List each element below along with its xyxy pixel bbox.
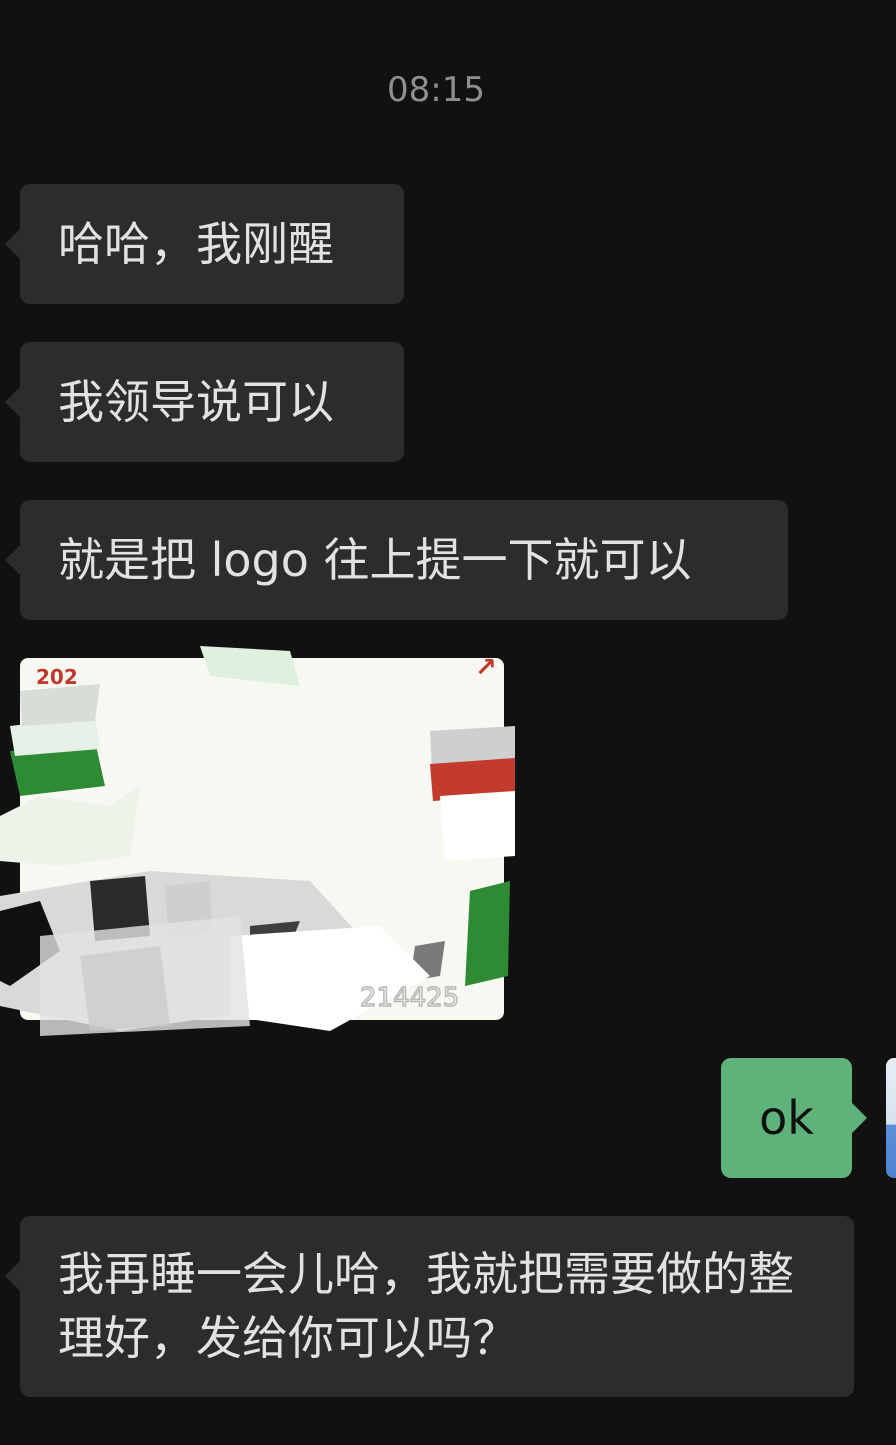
message-text: ok	[759, 1091, 814, 1145]
image-text-bottom-right: 214425	[360, 983, 459, 1013]
redacted-image: 202 ↗ 214425	[0, 646, 515, 1036]
message-bubble-received[interactable]: 就是把 logo 往上提一下就可以	[5, 500, 788, 620]
message-text: 我领导说可以	[58, 375, 334, 429]
message-bubble-sent[interactable]: ok	[721, 1058, 867, 1178]
image-message[interactable]: 202 ↗ 214425	[0, 646, 515, 1036]
image-text-top-left: 202	[36, 665, 78, 689]
message-text: 就是把 logo 往上提一下就可以	[58, 533, 692, 587]
chat-timestamp: 08:15	[387, 70, 485, 110]
message-bubble-received[interactable]: 我再睡一会儿哈，我就把需要做的整理好，发给你可以吗？	[5, 1216, 854, 1397]
message-text: 哈哈，我刚醒	[58, 217, 334, 271]
message-bubble-received[interactable]: 我领导说可以	[5, 342, 404, 462]
message-bubble-received[interactable]: 哈哈，我刚醒	[5, 184, 404, 304]
avatar[interactable]	[886, 1058, 896, 1178]
message-text: 我再睡一会儿哈，我就把需要做的整理好，发给你可以吗？	[58, 1247, 794, 1365]
arrow-icon: ↗	[475, 653, 497, 683]
